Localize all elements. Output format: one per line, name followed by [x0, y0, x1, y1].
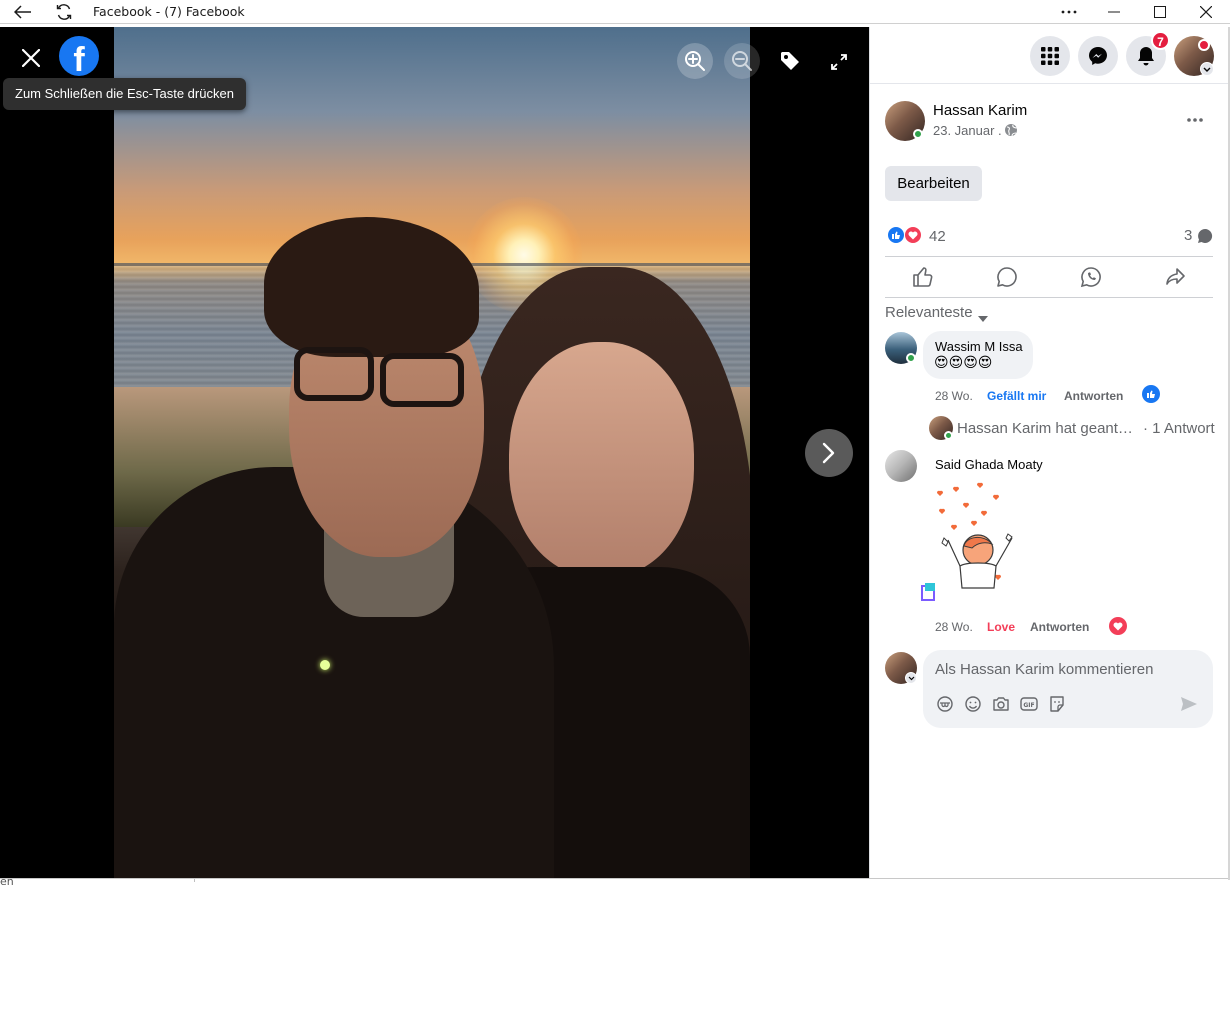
comment-text: 😍😍😍😍: [934, 355, 993, 371]
post-actions: [885, 256, 1213, 298]
comment-love-reaction-icon[interactable]: [1109, 617, 1127, 635]
background-text: en: [0, 875, 14, 888]
comment-count-icon: [1197, 228, 1213, 244]
hearts-sticker[interactable]: [920, 480, 1020, 604]
post-panel: [869, 27, 1230, 878]
close-window-icon[interactable]: [1183, 0, 1229, 24]
more-options-icon[interactable]: [1182, 110, 1208, 130]
send-icon[interactable]: [1179, 694, 1199, 714]
comment-like-button[interactable]: Gefällt mir: [987, 389, 1046, 403]
fullscreen-icon[interactable]: [826, 49, 852, 75]
tag-icon[interactable]: [776, 47, 804, 75]
globe-icon: [1004, 123, 1018, 137]
sticker-icon[interactable]: [1047, 694, 1067, 714]
love-reaction-icon: [904, 226, 922, 244]
comment-time[interactable]: 28 Wo.: [935, 389, 973, 403]
reply-summary[interactable]: Hassan Karim hat geant…: [957, 420, 1133, 437]
emoji-icon[interactable]: [963, 694, 983, 714]
account-status-dot: [1198, 39, 1210, 51]
online-indicator: [913, 129, 923, 139]
comment-sort-label[interactable]: Relevanteste: [885, 304, 973, 321]
comment-composer: GIF: [923, 650, 1213, 728]
esc-tooltip: Zum Schließen die Esc-Taste drücken: [3, 78, 246, 110]
apps-menu-icon[interactable]: [1030, 36, 1070, 76]
like-icon[interactable]: [911, 265, 935, 289]
comment-count[interactable]: 3: [1184, 227, 1192, 244]
back-arrow-icon[interactable]: [12, 2, 34, 22]
maximize-icon[interactable]: [1137, 0, 1183, 24]
zoom-out-icon[interactable]: [724, 43, 760, 79]
top-navigation: [870, 27, 1230, 84]
messenger-icon[interactable]: [1078, 36, 1118, 76]
reply-count[interactable]: · 1 Antwort: [1143, 420, 1215, 437]
comment-reply-button[interactable]: Antworten: [1064, 389, 1123, 403]
comment-reply-button[interactable]: Antworten: [1030, 620, 1089, 634]
post-date[interactable]: 23. Januar .: [933, 123, 1002, 138]
comment-icon[interactable]: [995, 265, 1019, 289]
window-titlebar: Facebook - (7) Facebook: [0, 0, 1230, 24]
camera-icon[interactable]: [991, 694, 1011, 714]
whatsapp-icon[interactable]: [1079, 265, 1103, 289]
refresh-icon[interactable]: [53, 2, 75, 22]
like-reaction-icon: [887, 226, 905, 244]
chevron-down-icon[interactable]: [905, 672, 917, 684]
zoom-in-icon[interactable]: [677, 43, 713, 79]
comment-input[interactable]: [935, 658, 1195, 680]
close-icon[interactable]: [16, 43, 46, 73]
photo: [114, 27, 750, 878]
chevron-down-icon[interactable]: [1200, 62, 1214, 76]
sort-chevron-icon[interactable]: [977, 310, 989, 322]
post-author[interactable]: Hassan Karim: [933, 102, 1027, 119]
comment-time[interactable]: 28 Wo.: [935, 620, 973, 634]
facebook-logo[interactable]: f: [59, 36, 99, 76]
next-arrow-icon[interactable]: [805, 429, 853, 477]
comment-bubble: Wassim M Issa 😍😍😍😍: [923, 331, 1033, 379]
window-title: Facebook - (7) Facebook: [93, 4, 245, 19]
photo-viewer: f Zum Schließen die Esc-Taste drücken: [0, 27, 869, 878]
comment-like-reaction-icon[interactable]: [1142, 385, 1160, 403]
notification-badge: 7: [1151, 31, 1170, 50]
reaction-count[interactable]: 42: [929, 228, 946, 245]
online-indicator: [944, 431, 953, 440]
comment-author[interactable]: Said Ghada Moaty: [935, 457, 1043, 472]
comment-author[interactable]: Wassim M Issa: [935, 339, 1023, 354]
comment-love-button[interactable]: Love: [987, 620, 1015, 634]
share-icon[interactable]: [1163, 265, 1187, 289]
minimize-icon[interactable]: [1091, 0, 1137, 24]
gif-icon[interactable]: GIF: [1019, 694, 1039, 714]
more-icon[interactable]: [1046, 0, 1092, 24]
background-strip: [0, 878, 1230, 882]
online-indicator: [906, 353, 916, 363]
commenter-avatar[interactable]: [885, 450, 917, 482]
app-window: Facebook - (7) Facebook f Zum Schließen …: [0, 0, 1230, 1024]
avatar-sticker-icon[interactable]: [935, 694, 955, 714]
edit-button[interactable]: Bearbeiten: [885, 166, 982, 201]
svg-text:GIF: GIF: [1023, 702, 1034, 709]
